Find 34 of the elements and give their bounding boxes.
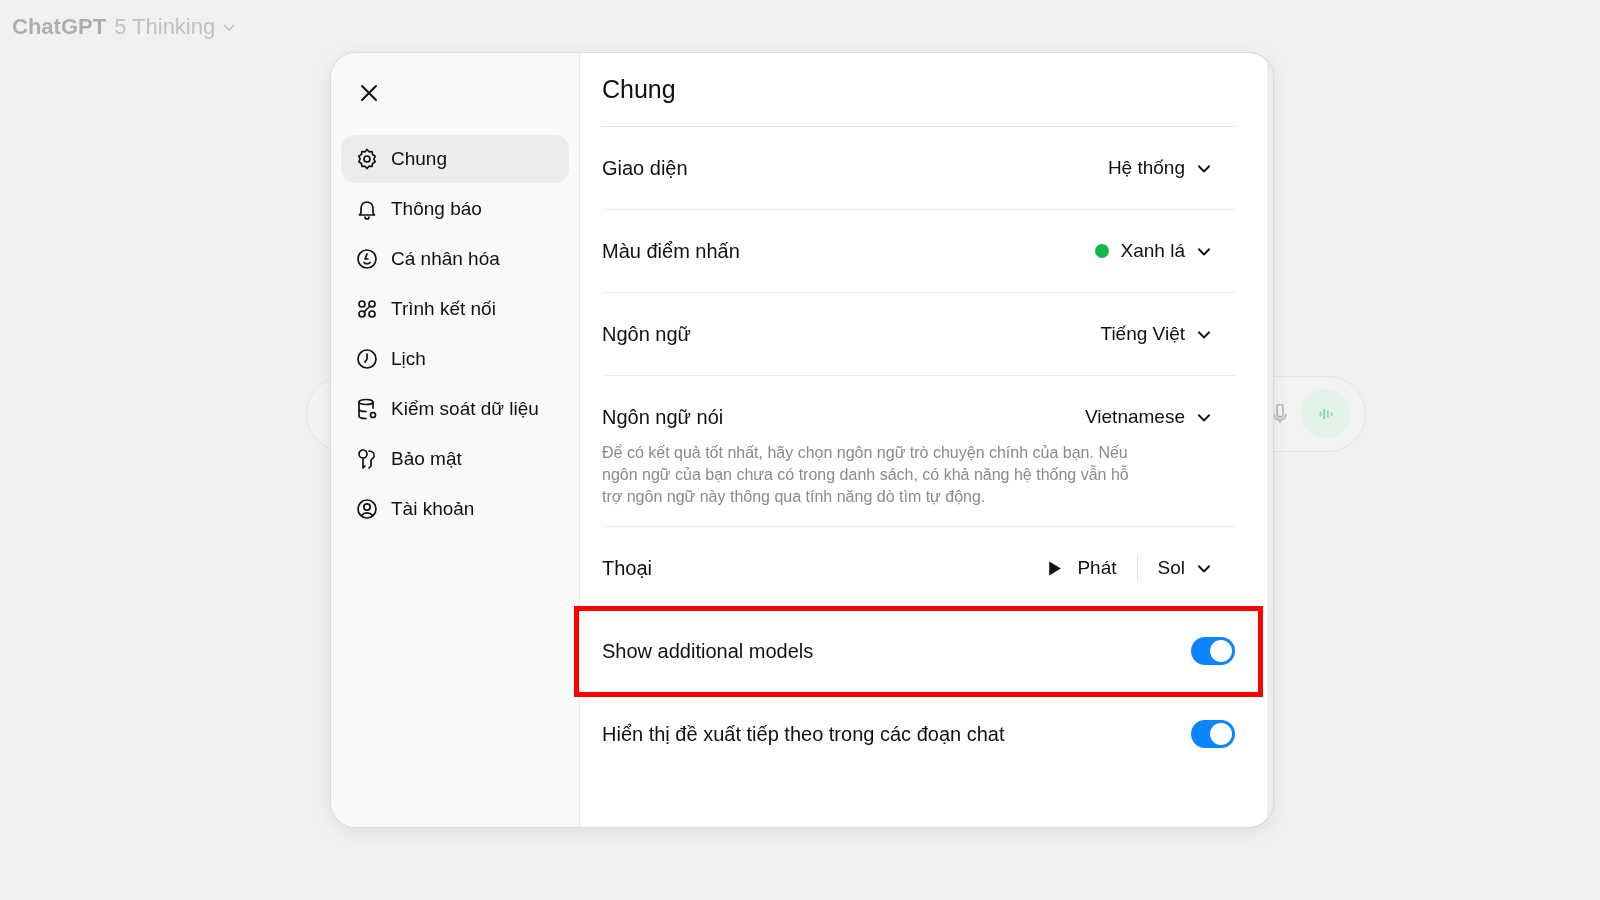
- toggle-switch[interactable]: [1191, 637, 1235, 665]
- app-name: ChatGPT: [12, 14, 107, 40]
- circles-icon: [355, 297, 379, 321]
- sidebar-item[interactable]: Chung: [341, 135, 569, 183]
- smiley-icon: [355, 247, 379, 271]
- setting-label: Ngôn ngữ nói: [602, 405, 724, 429]
- dropdown[interactable]: Vietnamese: [1085, 406, 1235, 428]
- toggle-switch[interactable]: [1191, 720, 1235, 748]
- gear-icon: [355, 147, 379, 171]
- setting-description: Để có kết quả tốt nhất, hãy chọn ngôn ngữ trò chuyện chính của bạn. Nếu ngôn ngữ của bạn chưa có trong danh sách, có khả năng hệ thống vẫn hỗ trợ ngôn ngữ này thông qua tính năng dò tìm tự động.: [602, 443, 1130, 507]
- play-icon: [1046, 559, 1064, 577]
- sidebar-item[interactable]: Bảo mật: [341, 435, 569, 483]
- sidebar-item[interactable]: Trình kết nối: [341, 285, 569, 333]
- setting-label: Hiển thị đề xuất tiếp theo trong các đoạn chat: [602, 722, 1005, 746]
- setting-label: Ngôn ngữ: [602, 322, 691, 346]
- sidebar-item[interactable]: Thông báo: [341, 185, 569, 233]
- sidebar-item[interactable]: Cá nhân hóa: [341, 235, 569, 283]
- sidebar-item[interactable]: Kiểm soát dữ liệu: [341, 385, 569, 433]
- play-button[interactable]: Phát: [1046, 557, 1117, 579]
- dropdown[interactable]: Sol: [1157, 557, 1235, 579]
- sidebar-item[interactable]: Tài khoản: [341, 485, 569, 533]
- setting-label: Thoại: [602, 556, 653, 580]
- clock-icon: [355, 347, 379, 371]
- setting-label: Màu điểm nhấn: [602, 239, 740, 263]
- dropdown[interactable]: Xanh lá: [1094, 240, 1235, 262]
- panel-title: Chung: [602, 53, 1235, 127]
- sidebar-item[interactable]: Lịch: [341, 335, 569, 383]
- microphone-icon: [1273, 404, 1287, 424]
- database-icon: [355, 397, 379, 421]
- user-circle-icon: [355, 497, 379, 521]
- dropdown[interactable]: Hệ thống: [1107, 157, 1235, 179]
- dropdown[interactable]: Tiếng Việt: [1100, 323, 1235, 345]
- setting-label: Giao diện: [602, 156, 688, 180]
- setting-label: Show additional models: [602, 639, 814, 663]
